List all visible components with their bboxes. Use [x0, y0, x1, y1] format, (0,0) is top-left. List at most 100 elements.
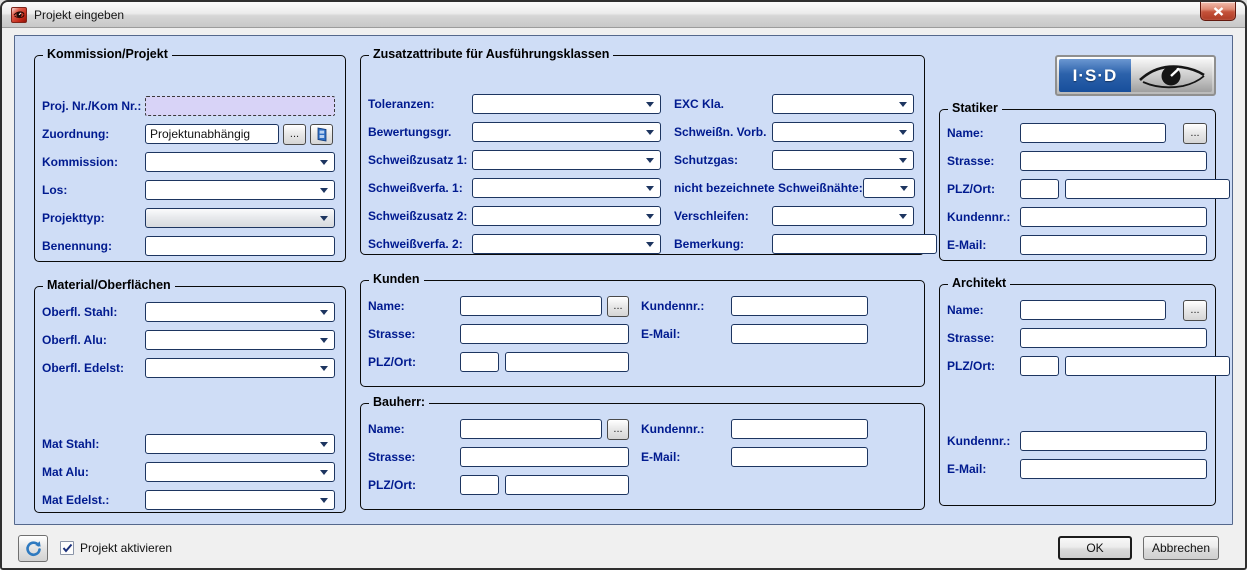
dropdown-arrow-icon: [320, 160, 328, 165]
bauherr-strasse-input[interactable]: [460, 447, 629, 467]
group-title: Kommission/Projekt: [43, 47, 172, 61]
bemerkung-label: Bemerkung:: [674, 237, 772, 251]
group-title: Kunden: [369, 272, 424, 286]
oberfl-stahl-dropdown[interactable]: [145, 302, 335, 322]
bauherr-plz-input[interactable]: [460, 475, 499, 495]
statiker-name-input[interactable]: [1020, 123, 1166, 143]
toleranzen-dropdown[interactable]: [472, 94, 661, 114]
kunden-strasse-label: Strasse:: [368, 327, 460, 341]
ok-button[interactable]: OK: [1058, 536, 1132, 560]
dropdown-arrow-icon: [320, 366, 328, 371]
schweissverfa1-dropdown[interactable]: [472, 178, 661, 198]
kunden-kundennr-input[interactable]: [731, 296, 868, 316]
bauherr-strasse-label: Strasse:: [368, 450, 460, 464]
projekt-aktivieren-checkbox[interactable]: [60, 541, 74, 555]
projekttyp-label: Projekttyp:: [42, 211, 145, 225]
architekt-plz-ort-label: PLZ/Ort:: [947, 359, 1020, 373]
kunden-browse-button[interactable]: ...: [607, 296, 629, 317]
proj-nr-input[interactable]: [145, 96, 335, 116]
dropdown-arrow-icon: [900, 186, 908, 191]
schweisszusatz2-dropdown[interactable]: [472, 206, 661, 226]
statiker-email-label: E-Mail:: [947, 238, 1020, 252]
bauherr-kundennr-input[interactable]: [731, 419, 868, 439]
mat-edelst-dropdown[interactable]: [145, 490, 335, 510]
statiker-email-input[interactable]: [1020, 235, 1207, 255]
architekt-kundennr-input[interactable]: [1020, 431, 1207, 451]
bemerkung-input[interactable]: [772, 234, 937, 254]
bewertungsgr-dropdown[interactable]: [472, 122, 661, 142]
los-label: Los:: [42, 183, 145, 197]
refresh-button[interactable]: [18, 535, 48, 562]
schweissverfa2-dropdown[interactable]: [472, 234, 661, 254]
zuordnung-browse-button[interactable]: ...: [283, 124, 306, 145]
kunden-strasse-input[interactable]: [460, 324, 629, 344]
statiker-browse-button[interactable]: ...: [1183, 123, 1207, 144]
mat-alu-dropdown[interactable]: [145, 462, 335, 482]
architekt-ort-input[interactable]: [1065, 356, 1230, 376]
architekt-browse-button[interactable]: ...: [1183, 300, 1207, 321]
close-button[interactable]: [1200, 2, 1236, 21]
oberfl-alu-dropdown[interactable]: [145, 330, 335, 350]
dropdown-arrow-icon: [320, 498, 328, 503]
title-bar[interactable]: Projekt eingeben: [2, 2, 1245, 28]
dropdown-arrow-icon: [320, 216, 328, 221]
architekt-plz-input[interactable]: [1020, 356, 1059, 376]
los-dropdown[interactable]: [145, 180, 335, 200]
dropdown-arrow-icon: [646, 242, 654, 247]
kunden-kundennr-label: Kundennr.:: [641, 299, 731, 313]
kommission-dropdown[interactable]: [145, 152, 335, 172]
mat-alu-label: Mat Alu:: [42, 465, 145, 479]
schutzgas-dropdown[interactable]: [772, 150, 914, 170]
schweissn-vorb-dropdown[interactable]: [772, 122, 914, 142]
window-title: Projekt eingeben: [34, 8, 124, 22]
kunden-plz-input[interactable]: [460, 352, 499, 372]
group-title: Statiker: [948, 101, 1002, 115]
schweissverfa2-label: Schweißverfa. 2:: [368, 237, 472, 251]
statiker-ort-input[interactable]: [1065, 179, 1230, 199]
benennung-input[interactable]: [145, 236, 335, 256]
kunden-name-input[interactable]: [460, 296, 602, 316]
toleranzen-label: Toleranzen:: [368, 97, 472, 111]
zuordnung-label: Zuordnung:: [42, 127, 145, 141]
close-icon: [1213, 7, 1224, 16]
zuordnung-input[interactable]: [145, 124, 279, 144]
bauherr-email-label: E-Mail:: [641, 450, 731, 464]
dropdown-arrow-icon: [899, 130, 907, 135]
cancel-button[interactable]: Abbrechen: [1143, 536, 1219, 560]
statiker-kundennr-input[interactable]: [1020, 207, 1207, 227]
kunden-email-input[interactable]: [731, 324, 868, 344]
oberfl-edelst-dropdown[interactable]: [145, 358, 335, 378]
bauherr-browse-button[interactable]: ...: [607, 419, 629, 440]
architekt-email-label: E-Mail:: [947, 462, 1020, 476]
projekttyp-dropdown[interactable]: [145, 208, 335, 228]
schweissn-vorb-label: Schweißn. Vorb.: [674, 125, 772, 139]
oberfl-alu-label: Oberfl. Alu:: [42, 333, 145, 347]
architekt-name-input[interactable]: [1020, 300, 1166, 320]
schutzgas-label: Schutzgas:: [674, 153, 772, 167]
nicht-bezeichnete-dropdown[interactable]: [863, 178, 915, 198]
statiker-plz-ort-label: PLZ/Ort:: [947, 182, 1020, 196]
dropdown-arrow-icon: [320, 188, 328, 193]
group-title: Bauherr:: [369, 395, 429, 409]
group-kunden: Kunden Name: ... Strasse: PLZ/Ort:: [360, 280, 925, 387]
statiker-strasse-input[interactable]: [1020, 151, 1207, 171]
mat-stahl-dropdown[interactable]: [145, 434, 335, 454]
bauherr-email-input[interactable]: [731, 447, 868, 467]
bauherr-name-input[interactable]: [460, 419, 602, 439]
statiker-plz-input[interactable]: [1020, 179, 1059, 199]
oberfl-stahl-label: Oberfl. Stahl:: [42, 305, 145, 319]
exc-kla-dropdown[interactable]: [772, 94, 914, 114]
projekt-aktivieren-label: Projekt aktivieren: [80, 541, 172, 555]
schweisszusatz1-dropdown[interactable]: [472, 150, 661, 170]
dropdown-arrow-icon: [899, 214, 907, 219]
architekt-email-input[interactable]: [1020, 459, 1207, 479]
zuordnung-database-button[interactable]: [310, 124, 333, 145]
kunden-name-label: Name:: [368, 299, 460, 313]
kunden-ort-input[interactable]: [505, 352, 629, 372]
verschleifen-dropdown[interactable]: [772, 206, 914, 226]
isd-eye-icon: [1131, 59, 1212, 92]
dropdown-arrow-icon: [320, 310, 328, 315]
architekt-strasse-input[interactable]: [1020, 328, 1207, 348]
app-eye-icon: [11, 7, 27, 23]
bauherr-ort-input[interactable]: [505, 475, 629, 495]
